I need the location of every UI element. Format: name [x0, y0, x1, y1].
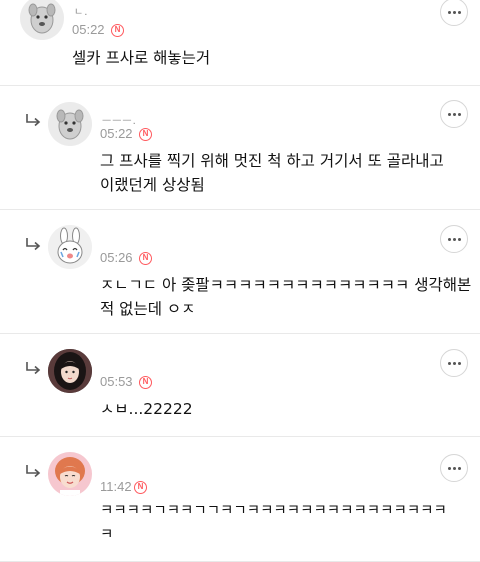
avatar[interactable]: [48, 225, 92, 269]
more-dot-icon: [447, 466, 451, 470]
comment-text-line: ㅋ: [100, 527, 114, 543]
more-dot-icon: [457, 361, 461, 365]
new-badge: N: [139, 376, 152, 389]
reply-arrow-icon: [26, 362, 41, 375]
comment-text: ㅋㅋㅋㅋㄱㅋㅋㄱㄱㅋㄱㅋㅋㅋㅋㅋㅋㅋㅋㅋㅋㅋㅋㅋㅋㅋ ㅋ: [100, 499, 447, 547]
timestamp: 05:26: [100, 250, 133, 265]
comment-text: ㅅㅂ...22222: [100, 397, 193, 421]
comment-reply-item: 05:26 N ㅈㄴㄱㄷ 아 좆팔ㅋㅋㅋㅋㅋㅋㅋㅋㅋㅋㅋㅋㅋㅋ 생각해본 적 없…: [0, 210, 480, 333]
reply-arrow-icon: [26, 114, 41, 127]
nickname: ㄴ.: [74, 7, 89, 18]
avatar[interactable]: [20, 0, 64, 40]
comment-text-line: ㅋㅋㅋㅋㄱㅋㅋㄱㄱㅋㄱㅋㅋㅋㅋㅋㅋㅋㅋㅋㅋㅋㅋㅋㅋㅋ: [100, 503, 447, 519]
reply-arrow-icon: [26, 238, 41, 251]
comment-text-line: 그 프사를 찍기 위해 멋진 척 하고 거기서 또 골라내고: [100, 152, 444, 170]
more-dot-icon: [447, 112, 451, 116]
comment-text-line: ㅈㄴㄱㄷ 아 좆팔ㅋㅋㅋㅋㅋㅋㅋㅋㅋㅋㅋㅋㅋㅋ 생각해본: [100, 276, 472, 294]
dog-avatar-icon: [48, 102, 92, 146]
new-badge: N: [111, 24, 124, 37]
comment-reply-item: 11:42 N ㅋㅋㅋㅋㄱㅋㅋㄱㄱㅋㄱㅋㅋㅋㅋㅋㅋㅋㅋㅋㅋㅋㅋㅋㅋㅋ ㅋ: [0, 437, 480, 561]
nickname: ᅳᅳᅳ.: [102, 116, 137, 127]
more-options-button[interactable]: [440, 454, 468, 482]
more-dot-icon: [452, 10, 456, 14]
reply-arrow-icon: [26, 465, 41, 478]
more-dot-icon: [447, 237, 451, 241]
dog-avatar-icon: [20, 0, 64, 40]
comment-text-line: 셀카 프사로 해놓는거: [72, 49, 211, 67]
more-options-button[interactable]: [440, 0, 468, 26]
more-dot-icon: [457, 466, 461, 470]
avatar[interactable]: [48, 102, 92, 146]
new-badge: N: [139, 128, 152, 141]
more-options-button[interactable]: [440, 225, 468, 253]
comment-item: ㄴ. 05:22 N 셀카 프사로 해놓는거: [0, 0, 480, 85]
timestamp: 05:22: [72, 22, 105, 37]
more-options-button[interactable]: [440, 349, 468, 377]
boy-photo-avatar: [48, 452, 92, 496]
comment-text: 셀카 프사로 해놓는거: [72, 46, 210, 70]
more-dot-icon: [457, 112, 461, 116]
comment-reply-item: 05:53 N ㅅㅂ...22222: [0, 334, 480, 436]
comment-reply-item: ᅳᅳᅳ. 05:22 N 그 프사를 찍기 위해 멋진 척 하고 거기서 또 골…: [0, 86, 480, 209]
more-dot-icon: [452, 112, 456, 116]
bunny-avatar-icon: [48, 225, 92, 269]
girl-photo-avatar: [48, 349, 92, 393]
more-dot-icon: [447, 10, 451, 14]
comment-text-line: 적 없는데 ㅇㅈ: [100, 300, 196, 318]
more-options-button[interactable]: [440, 100, 468, 128]
more-dot-icon: [447, 361, 451, 365]
comment-text: 그 프사를 찍기 위해 멋진 척 하고 거기서 또 골라내고 이랬던게 상상됨: [100, 149, 444, 197]
timestamp: 05:53: [100, 374, 133, 389]
timestamp: 05:22: [100, 126, 133, 141]
more-dot-icon: [452, 361, 456, 365]
avatar[interactable]: [48, 349, 92, 393]
more-dot-icon: [457, 10, 461, 14]
avatar[interactable]: [48, 452, 92, 496]
timestamp: 11:42: [100, 479, 132, 494]
more-dot-icon: [457, 237, 461, 241]
more-dot-icon: [452, 237, 456, 241]
comment-text-line: ㅅㅂ...22222: [100, 400, 193, 418]
comment-text-line: 이랬던게 상상됨: [100, 176, 205, 194]
new-badge: N: [134, 481, 147, 494]
new-badge: N: [139, 252, 152, 265]
more-dot-icon: [452, 466, 456, 470]
comment-text: ㅈㄴㄱㄷ 아 좆팔ㅋㅋㅋㅋㅋㅋㅋㅋㅋㅋㅋㅋㅋㅋ 생각해본 적 없는데 ㅇㅈ: [100, 273, 471, 321]
